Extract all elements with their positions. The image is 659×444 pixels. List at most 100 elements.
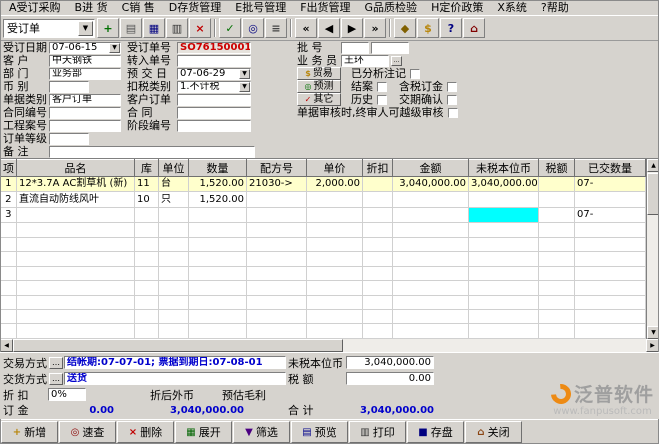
cell[interactable]: 2 — [1, 192, 17, 207]
close-button[interactable]: ⌂关闭 — [465, 421, 522, 443]
column-header[interactable]: 项 — [1, 160, 17, 177]
save-button[interactable]: ■存盘 — [407, 421, 464, 443]
doc-type-combo[interactable]: 受订单 ▼ — [3, 19, 95, 38]
order-grade-field[interactable] — [49, 133, 89, 145]
browse-icon[interactable]: … — [391, 56, 402, 66]
cell[interactable] — [539, 192, 575, 207]
transfer-no-field[interactable] — [177, 55, 251, 67]
column-header[interactable]: 数量 — [189, 160, 247, 177]
cell[interactable]: 3,040,000.00 — [469, 177, 539, 192]
remark-field[interactable] — [49, 146, 255, 158]
cell[interactable]: 3 — [1, 207, 17, 222]
last-record-icon[interactable]: » — [364, 18, 386, 38]
column-header[interactable]: 单位 — [159, 160, 189, 177]
salesman-field[interactable]: 王环 — [341, 55, 389, 67]
tax-deposit-checkbox[interactable] — [447, 82, 457, 92]
due-date-field[interactable]: 07-06-29 ▼ — [177, 68, 251, 80]
chevron-down-icon[interactable]: ▼ — [109, 43, 120, 53]
menu-item[interactable]: D存货管理 — [162, 0, 228, 15]
history-checkbox[interactable] — [377, 95, 387, 105]
menu-item[interactable]: F出货管理 — [293, 0, 357, 15]
preview-button[interactable]: ▤预览 — [291, 421, 348, 443]
cell[interactable]: 21030-> — [247, 177, 307, 192]
other-button[interactable]: ✓ 其它 — [297, 93, 341, 106]
search-icon[interactable]: ◎ — [242, 18, 264, 38]
order-date-field[interactable]: 07-06-15 ▼ — [49, 42, 121, 54]
prev-record-icon[interactable]: ◀ — [318, 18, 340, 38]
cell[interactable] — [469, 192, 539, 207]
copy-icon[interactable]: ▤ — [120, 18, 142, 38]
stage-no-field[interactable] — [177, 120, 251, 132]
contract-field[interactable] — [177, 107, 251, 119]
column-header[interactable]: 单价 — [307, 160, 363, 177]
menu-item[interactable]: ?帮助 — [534, 0, 576, 15]
tax-type-combo[interactable]: 1.不计税 ▼ — [177, 81, 251, 93]
cell[interactable]: 11 — [135, 177, 159, 192]
cell[interactable]: 2,000.00 — [307, 177, 363, 192]
cell[interactable]: 1,520.00 — [189, 192, 247, 207]
cell[interactable] — [189, 207, 247, 222]
delete-icon[interactable]: × — [189, 18, 211, 38]
hscrollbar-track[interactable] — [343, 339, 646, 352]
trade-button[interactable]: $ 贸易 — [297, 67, 341, 80]
cell[interactable] — [393, 207, 469, 222]
horizontal-scrollbar[interactable]: ◀ ▶ — [0, 339, 659, 352]
cell[interactable]: 10 — [135, 192, 159, 207]
skip-level-audit-checkbox[interactable] — [448, 108, 458, 118]
batch-field-2[interactable] — [371, 42, 409, 54]
cell[interactable] — [539, 207, 575, 222]
trade-method-field[interactable]: 结帐期:07-07-01; 票据到期日:07-08-01 — [64, 356, 286, 369]
scroll-left-icon[interactable]: ◀ — [0, 339, 13, 352]
column-header[interactable]: 税额 — [539, 160, 575, 177]
audit-icon[interactable]: ✓ — [219, 18, 241, 38]
quick-search-button[interactable]: ◎速查 — [59, 421, 116, 443]
currency-field[interactable] — [49, 81, 89, 93]
chevron-down-icon[interactable]: ▼ — [239, 82, 250, 92]
cell[interactable] — [469, 207, 539, 222]
exit-icon[interactable]: ⌂ — [463, 18, 485, 38]
customer-order-field[interactable] — [177, 94, 251, 106]
hscrollbar-thumb[interactable] — [13, 339, 343, 352]
column-header[interactable]: 品名 — [17, 160, 135, 177]
cell[interactable] — [159, 207, 189, 222]
cell[interactable]: 07- — [575, 207, 646, 222]
delivery-method-browse-button[interactable]: … — [49, 373, 63, 385]
scroll-right-icon[interactable]: ▶ — [646, 339, 659, 352]
cell[interactable]: 3,040,000.00 — [393, 177, 469, 192]
menu-item[interactable]: B进 货 — [68, 0, 115, 15]
print-icon[interactable]: ▥ — [166, 18, 188, 38]
column-header[interactable]: 库 — [135, 160, 159, 177]
cell[interactable] — [135, 207, 159, 222]
chevron-down-icon[interactable]: ▼ — [239, 69, 250, 79]
menu-item[interactable]: E批号管理 — [228, 0, 293, 15]
add-button[interactable]: +新增 — [1, 421, 58, 443]
menu-item[interactable]: X系统 — [490, 0, 534, 15]
vscrollbar-track[interactable] — [647, 215, 659, 326]
cell[interactable]: 07- — [575, 177, 646, 192]
project-no-field[interactable] — [49, 120, 121, 132]
order-no-field[interactable]: SO76150001 — [177, 42, 251, 54]
trade-method-browse-button[interactable]: … — [49, 357, 63, 369]
cell[interactable] — [307, 192, 363, 207]
cell[interactable] — [247, 192, 307, 207]
delivery-method-field[interactable]: 送货 — [64, 372, 286, 385]
scroll-up-icon[interactable]: ▲ — [647, 159, 659, 172]
scroll-down-icon[interactable]: ▼ — [647, 326, 659, 339]
cell[interactable]: 1,520.00 — [189, 177, 247, 192]
doc-category-field[interactable]: 客户订单 — [49, 94, 121, 106]
save-icon[interactable]: ▦ — [143, 18, 165, 38]
filter-button[interactable]: ▼筛选 — [233, 421, 290, 443]
cell[interactable] — [363, 177, 393, 192]
cell[interactable]: 直流自动防线风叶 — [17, 192, 135, 207]
next-record-icon[interactable]: ▶ — [341, 18, 363, 38]
vertical-scrollbar[interactable]: ▲ ▼ — [646, 159, 659, 339]
discount-field[interactable]: 0% — [48, 388, 86, 401]
menu-item[interactable]: H定价政策 — [424, 0, 490, 15]
department-field[interactable]: 业务部 — [49, 68, 121, 80]
cell[interactable] — [247, 207, 307, 222]
menu-item[interactable]: C销 售 — [115, 0, 162, 15]
vscrollbar-thumb[interactable] — [647, 173, 659, 215]
money-icon[interactable]: $ — [417, 18, 439, 38]
new-icon[interactable]: + — [97, 18, 119, 38]
column-header[interactable]: 配方号 — [247, 160, 307, 177]
